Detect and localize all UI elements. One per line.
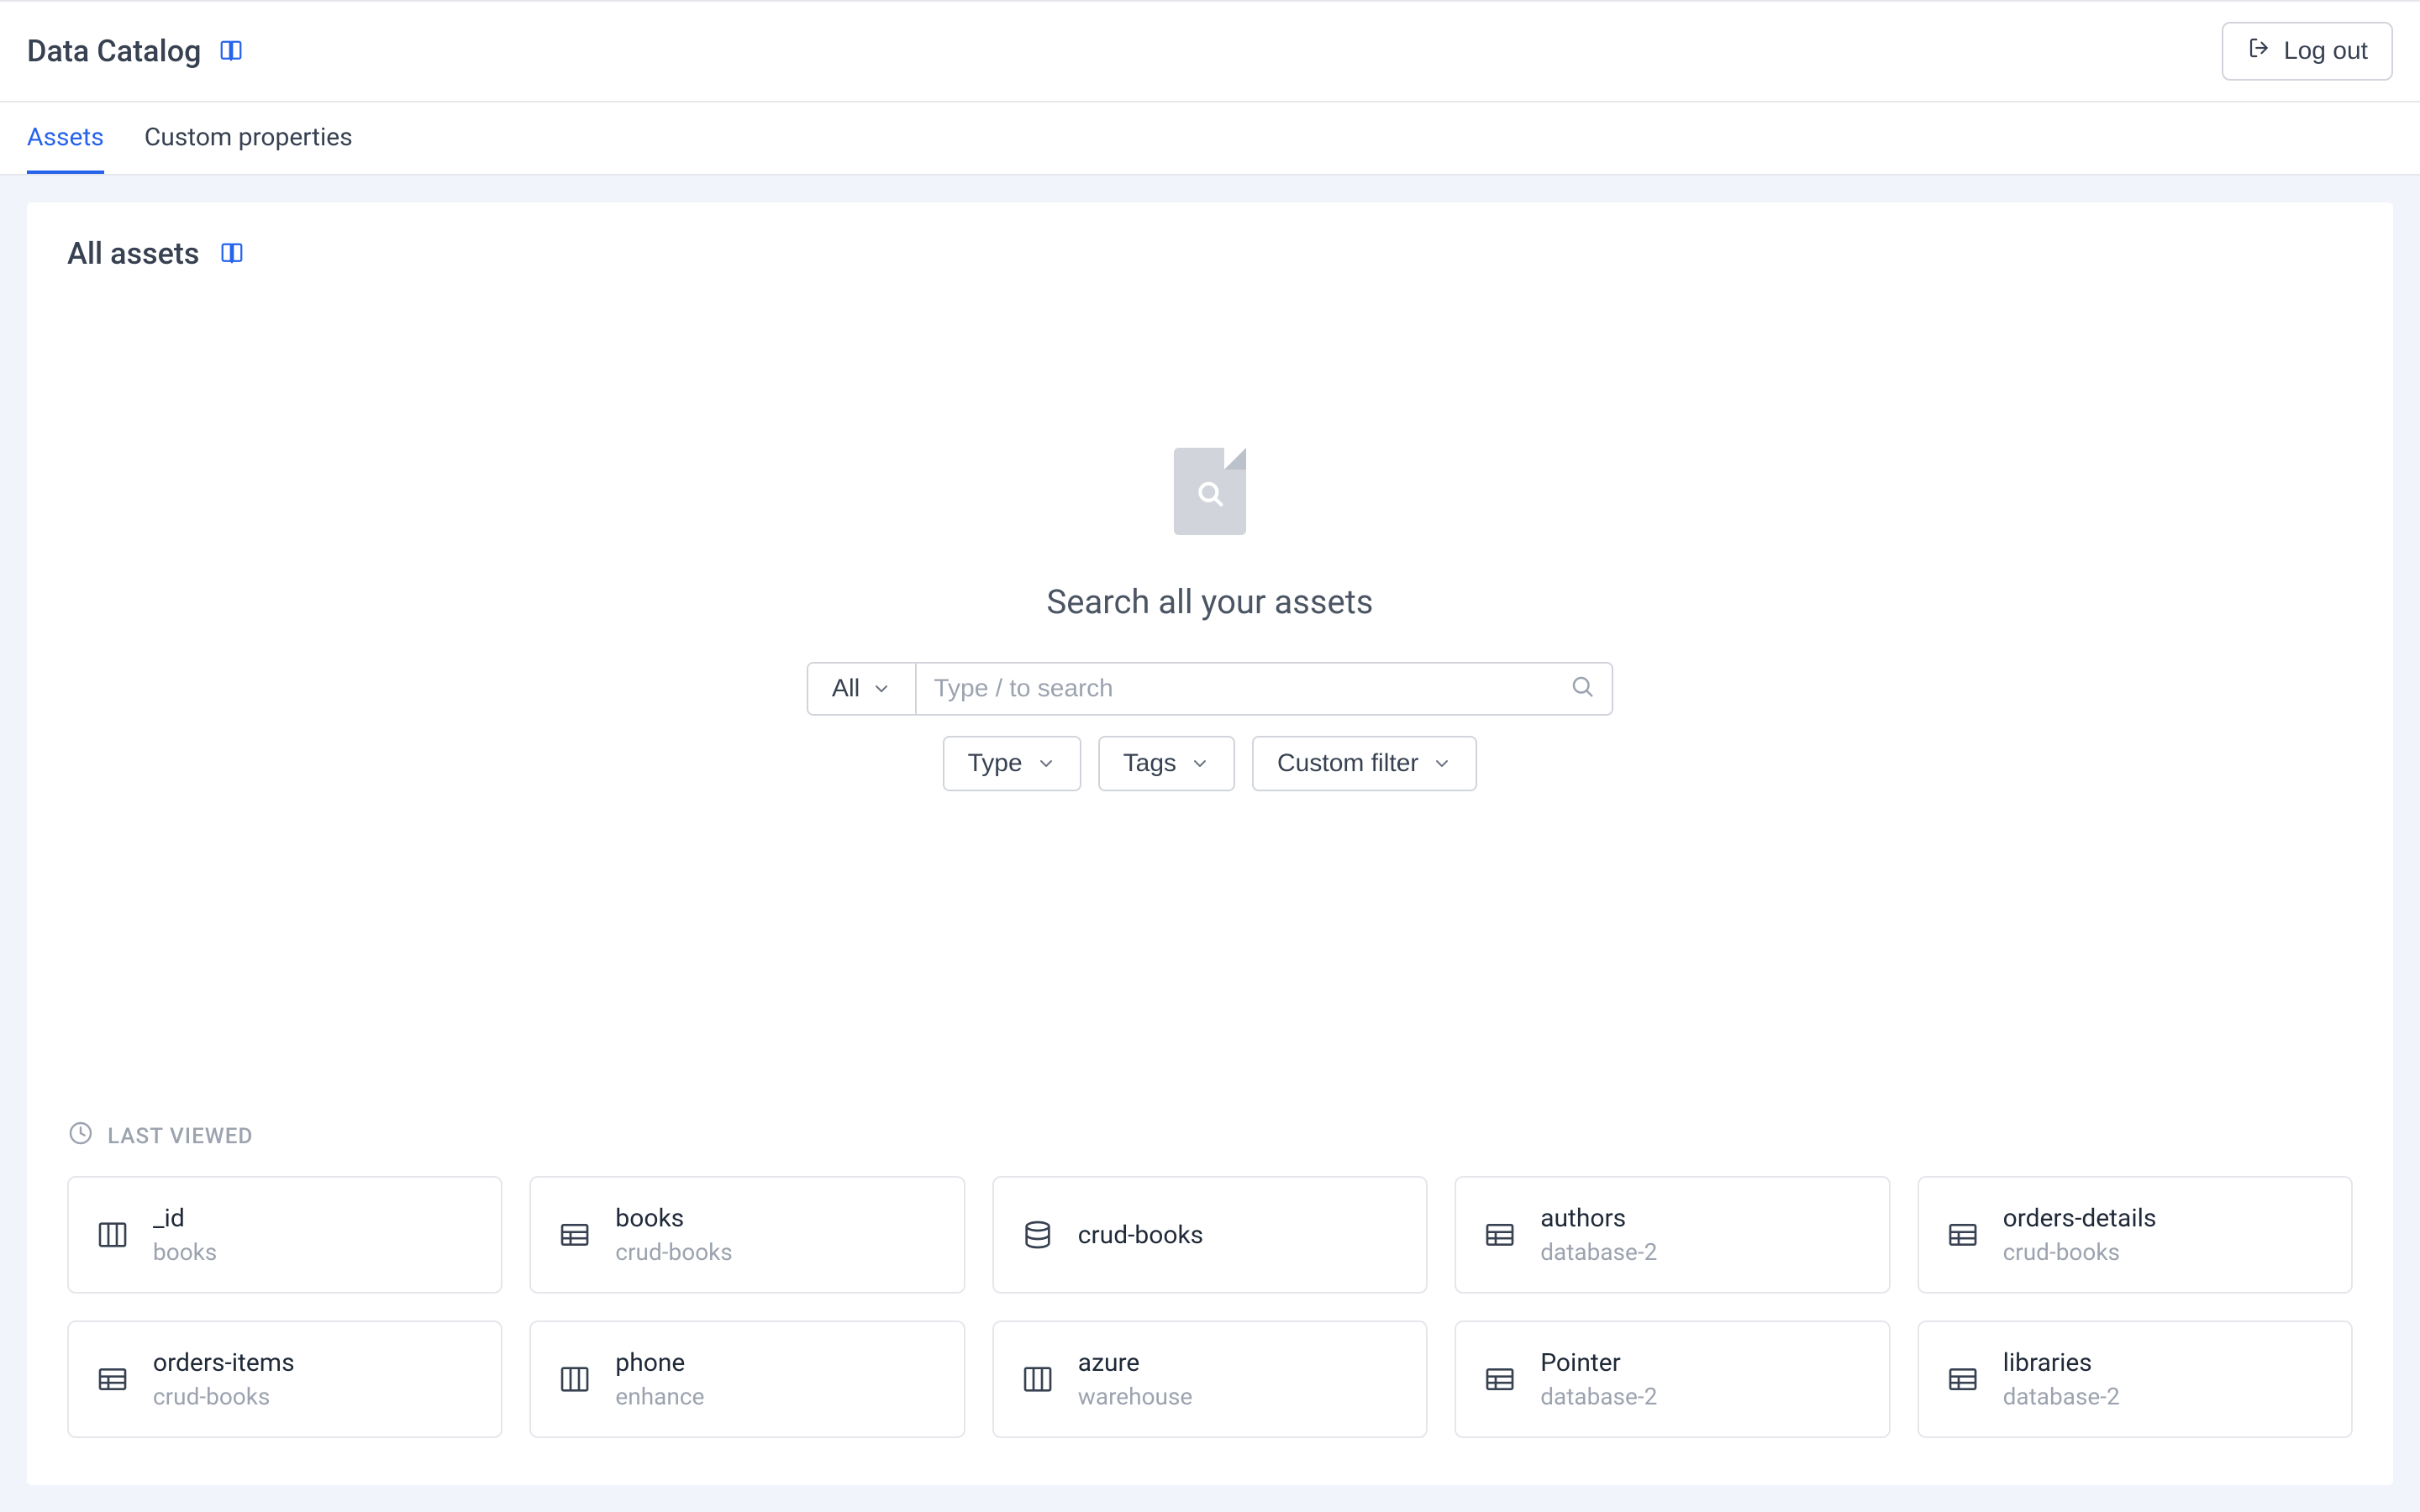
asset-parent: crud-books: [153, 1383, 295, 1410]
book-open-icon[interactable]: [219, 241, 245, 266]
column-icon: [96, 1218, 129, 1252]
asset-card-text: phone enhance: [615, 1348, 704, 1410]
chevron-down-icon: [1190, 753, 1210, 774]
filter-custom-label: Custom filter: [1277, 749, 1418, 778]
asset-card[interactable]: libraries database-2: [1918, 1320, 2353, 1438]
chevron-down-icon: [1036, 753, 1056, 774]
asset-parent: database-2: [1540, 1383, 1657, 1410]
topbar-left: Data Catalog: [27, 34, 244, 69]
chevron-down-icon: [1432, 753, 1452, 774]
panel-header: All assets: [67, 236, 2353, 271]
search-row: All: [807, 662, 1613, 716]
asset-card[interactable]: crud-books: [992, 1176, 1428, 1294]
table-icon: [1483, 1362, 1517, 1396]
asset-card[interactable]: books crud-books: [529, 1176, 965, 1294]
asset-card[interactable]: phone enhance: [529, 1320, 965, 1438]
asset-parent: warehouse: [1078, 1383, 1192, 1410]
table-icon: [1483, 1218, 1517, 1252]
asset-card-text: orders-items crud-books: [153, 1348, 295, 1410]
asset-card-text: crud-books: [1078, 1221, 1203, 1250]
asset-parent: crud-books: [2003, 1238, 2157, 1266]
chevron-down-icon: [871, 679, 892, 699]
asset-card-text: azure warehouse: [1078, 1348, 1192, 1410]
asset-card[interactable]: orders-items crud-books: [67, 1320, 502, 1438]
asset-parent: database-2: [1540, 1238, 1657, 1266]
filter-tags-label: Tags: [1123, 749, 1176, 778]
logout-icon: [2247, 35, 2272, 67]
filter-row: Type Tags Custom filter: [943, 736, 1478, 791]
asset-parent: books: [153, 1238, 217, 1266]
filter-custom-button[interactable]: Custom filter: [1252, 736, 1477, 791]
search-scope-label: All: [832, 675, 860, 703]
asset-parent: crud-books: [615, 1238, 732, 1266]
asset-name: _id: [153, 1204, 217, 1233]
tab-custom-properties[interactable]: Custom properties: [145, 102, 353, 174]
asset-card[interactable]: orders-details crud-books: [1918, 1176, 2353, 1294]
top-bar: Data Catalog Log out: [0, 0, 2420, 102]
content-area: All assets Search all your assets All: [0, 176, 2420, 1512]
asset-name: crud-books: [1078, 1221, 1203, 1250]
table-icon: [1946, 1362, 1980, 1396]
filter-tags-button[interactable]: Tags: [1098, 736, 1235, 791]
asset-parent: enhance: [615, 1383, 704, 1410]
search-scope-button[interactable]: All: [808, 664, 917, 714]
asset-name: azure: [1078, 1348, 1192, 1378]
search-icon[interactable]: [1570, 674, 1595, 705]
asset-card-text: orders-details crud-books: [2003, 1204, 2157, 1266]
asset-card[interactable]: azure warehouse: [992, 1320, 1428, 1438]
asset-name: books: [615, 1204, 732, 1233]
asset-card-text: libraries database-2: [2003, 1348, 2120, 1410]
filter-type-label: Type: [968, 749, 1023, 778]
search-input[interactable]: [934, 675, 1570, 703]
asset-name: phone: [615, 1348, 704, 1378]
assets-panel: All assets Search all your assets All: [27, 202, 2393, 1485]
asset-parent: database-2: [2003, 1383, 2120, 1410]
book-open-icon[interactable]: [218, 39, 244, 64]
database-icon: [1021, 1218, 1055, 1252]
asset-name: libraries: [2003, 1348, 2120, 1378]
asset-card[interactable]: _idbooks: [67, 1176, 502, 1294]
asset-card-text: books crud-books: [615, 1204, 732, 1266]
asset-card-text: authors database-2: [1540, 1204, 1657, 1266]
asset-name: orders-items: [153, 1348, 295, 1378]
asset-card-text: _idbooks: [153, 1204, 217, 1266]
search-center: Search all your assets All Type: [67, 448, 2353, 791]
table-icon: [96, 1362, 129, 1396]
last-viewed-cards: _idbooksbookscrud-bookscrud-booksauthors…: [67, 1176, 2353, 1438]
main-tabs: Assets Custom properties: [0, 102, 2420, 176]
table-icon: [558, 1218, 592, 1252]
clock-icon: [67, 1120, 94, 1152]
last-viewed-label: LAST VIEWED: [108, 1124, 253, 1149]
last-viewed-section: LAST VIEWED _idbooksbookscrud-bookscrud-…: [67, 1120, 2353, 1438]
table-icon: [1946, 1218, 1980, 1252]
search-input-wrap: [917, 664, 1612, 714]
logout-button[interactable]: Log out: [2222, 22, 2393, 81]
column-icon: [558, 1362, 592, 1396]
logout-label: Log out: [2284, 37, 2368, 66]
search-heading: Search all your assets: [1047, 582, 1374, 622]
asset-name: Pointer: [1540, 1348, 1657, 1378]
column-icon: [1021, 1362, 1055, 1396]
tab-assets[interactable]: Assets: [27, 102, 104, 174]
asset-card[interactable]: authors database-2: [1455, 1176, 1890, 1294]
last-viewed-header: LAST VIEWED: [67, 1120, 2353, 1152]
asset-card[interactable]: Pointer database-2: [1455, 1320, 1890, 1438]
panel-title: All assets: [67, 236, 199, 271]
asset-card-text: Pointer database-2: [1540, 1348, 1657, 1410]
asset-name: authors: [1540, 1204, 1657, 1233]
filter-type-button[interactable]: Type: [943, 736, 1081, 791]
document-search-icon: [1174, 448, 1246, 535]
asset-name: orders-details: [2003, 1204, 2157, 1233]
app-title: Data Catalog: [27, 34, 202, 69]
